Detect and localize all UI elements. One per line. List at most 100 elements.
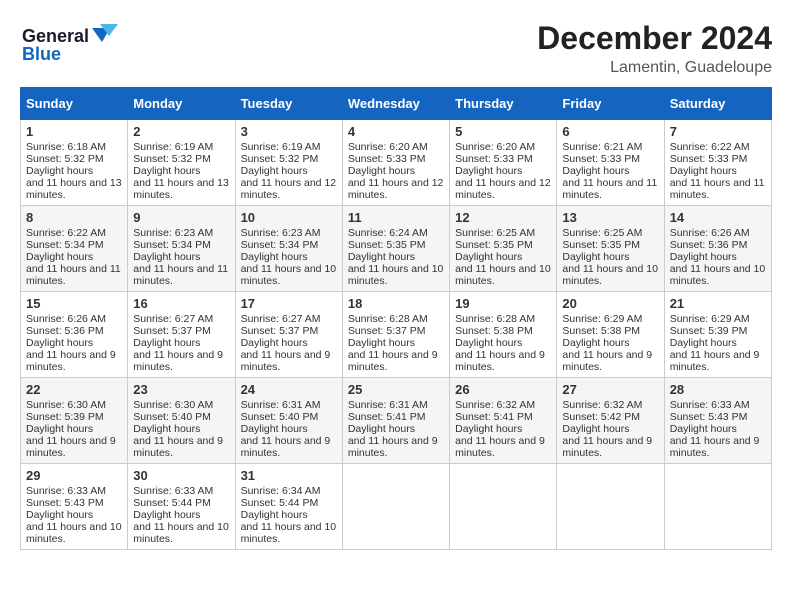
sunset-label: Sunset: 5:41 PM	[455, 411, 533, 423]
calendar-cell	[450, 464, 557, 550]
daylight-label: Daylight hours	[26, 423, 93, 435]
calendar-cell: 15 Sunrise: 6:26 AM Sunset: 5:36 PM Dayl…	[21, 292, 128, 378]
calendar-week-row: 29 Sunrise: 6:33 AM Sunset: 5:43 PM Dayl…	[21, 464, 772, 550]
sunset-label: Sunset: 5:39 PM	[26, 411, 104, 423]
calendar-cell: 13 Sunrise: 6:25 AM Sunset: 5:35 PM Dayl…	[557, 206, 664, 292]
daylight-value: and 11 hours and 9 minutes.	[562, 435, 652, 459]
daylight-value: and 11 hours and 12 minutes.	[348, 177, 444, 201]
daylight-value: and 11 hours and 11 minutes.	[562, 177, 657, 201]
calendar-cell: 24 Sunrise: 6:31 AM Sunset: 5:40 PM Dayl…	[235, 378, 342, 464]
sunrise-label: Sunrise: 6:32 AM	[455, 399, 535, 411]
calendar-cell: 19 Sunrise: 6:28 AM Sunset: 5:38 PM Dayl…	[450, 292, 557, 378]
daylight-value: and 11 hours and 9 minutes.	[133, 349, 223, 373]
daylight-label: Daylight hours	[455, 165, 522, 177]
sunrise-label: Sunrise: 6:28 AM	[455, 313, 535, 325]
sunrise-label: Sunrise: 6:20 AM	[455, 141, 535, 153]
calendar-cell: 11 Sunrise: 6:24 AM Sunset: 5:35 PM Dayl…	[342, 206, 449, 292]
calendar-cell: 4 Sunrise: 6:20 AM Sunset: 5:33 PM Dayli…	[342, 120, 449, 206]
daylight-label: Daylight hours	[670, 251, 737, 263]
daylight-label: Daylight hours	[348, 251, 415, 263]
sunrise-label: Sunrise: 6:28 AM	[348, 313, 428, 325]
day-number: 4	[348, 124, 444, 139]
col-friday: Friday	[557, 88, 664, 120]
sunset-label: Sunset: 5:40 PM	[133, 411, 211, 423]
sunrise-label: Sunrise: 6:23 AM	[133, 227, 213, 239]
daylight-value: and 11 hours and 10 minutes.	[562, 263, 658, 287]
page-header: General Blue December 2024 Lamentin, Gua…	[20, 20, 772, 77]
day-number: 13	[562, 210, 658, 225]
calendar-cell: 5 Sunrise: 6:20 AM Sunset: 5:33 PM Dayli…	[450, 120, 557, 206]
daylight-label: Daylight hours	[241, 251, 308, 263]
daylight-value: and 11 hours and 13 minutes.	[26, 177, 122, 201]
sunrise-label: Sunrise: 6:24 AM	[348, 227, 428, 239]
daylight-label: Daylight hours	[133, 509, 200, 521]
sunrise-label: Sunrise: 6:33 AM	[26, 485, 106, 497]
sunrise-label: Sunrise: 6:20 AM	[348, 141, 428, 153]
logo: General Blue	[20, 20, 130, 65]
sunset-label: Sunset: 5:43 PM	[670, 411, 748, 423]
calendar-cell: 17 Sunrise: 6:27 AM Sunset: 5:37 PM Dayl…	[235, 292, 342, 378]
daylight-label: Daylight hours	[241, 337, 308, 349]
sunrise-label: Sunrise: 6:31 AM	[348, 399, 428, 411]
sunrise-label: Sunrise: 6:21 AM	[562, 141, 642, 153]
day-number: 1	[26, 124, 122, 139]
calendar-cell: 12 Sunrise: 6:25 AM Sunset: 5:35 PM Dayl…	[450, 206, 557, 292]
sunset-label: Sunset: 5:39 PM	[670, 325, 748, 337]
calendar-cell: 1 Sunrise: 6:18 AM Sunset: 5:32 PM Dayli…	[21, 120, 128, 206]
day-number: 23	[133, 382, 229, 397]
daylight-value: and 11 hours and 10 minutes.	[26, 521, 122, 545]
svg-text:General: General	[22, 26, 89, 46]
daylight-label: Daylight hours	[26, 509, 93, 521]
calendar-cell: 25 Sunrise: 6:31 AM Sunset: 5:41 PM Dayl…	[342, 378, 449, 464]
daylight-value: and 11 hours and 9 minutes.	[26, 435, 116, 459]
sunset-label: Sunset: 5:37 PM	[348, 325, 426, 337]
sunset-label: Sunset: 5:33 PM	[455, 153, 533, 165]
day-number: 26	[455, 382, 551, 397]
sunset-label: Sunset: 5:35 PM	[455, 239, 533, 251]
calendar-cell: 7 Sunrise: 6:22 AM Sunset: 5:33 PM Dayli…	[664, 120, 771, 206]
daylight-label: Daylight hours	[455, 423, 522, 435]
sunset-label: Sunset: 5:36 PM	[26, 325, 104, 337]
calendar-cell: 9 Sunrise: 6:23 AM Sunset: 5:34 PM Dayli…	[128, 206, 235, 292]
calendar-week-row: 8 Sunrise: 6:22 AM Sunset: 5:34 PM Dayli…	[21, 206, 772, 292]
daylight-value: and 11 hours and 9 minutes.	[562, 349, 652, 373]
day-number: 11	[348, 210, 444, 225]
day-number: 21	[670, 296, 766, 311]
sunrise-label: Sunrise: 6:22 AM	[26, 227, 106, 239]
sunset-label: Sunset: 5:40 PM	[241, 411, 319, 423]
daylight-label: Daylight hours	[241, 165, 308, 177]
col-wednesday: Wednesday	[342, 88, 449, 120]
calendar-cell: 6 Sunrise: 6:21 AM Sunset: 5:33 PM Dayli…	[557, 120, 664, 206]
day-number: 18	[348, 296, 444, 311]
calendar-cell: 23 Sunrise: 6:30 AM Sunset: 5:40 PM Dayl…	[128, 378, 235, 464]
day-number: 31	[241, 468, 337, 483]
sunrise-label: Sunrise: 6:27 AM	[133, 313, 213, 325]
sunrise-label: Sunrise: 6:19 AM	[241, 141, 321, 153]
sunset-label: Sunset: 5:36 PM	[670, 239, 748, 251]
daylight-value: and 11 hours and 13 minutes.	[133, 177, 229, 201]
calendar-table: Sunday Monday Tuesday Wednesday Thursday…	[20, 87, 772, 550]
sunrise-label: Sunrise: 6:29 AM	[670, 313, 750, 325]
sunrise-label: Sunrise: 6:30 AM	[26, 399, 106, 411]
calendar-week-row: 22 Sunrise: 6:30 AM Sunset: 5:39 PM Dayl…	[21, 378, 772, 464]
sunrise-label: Sunrise: 6:34 AM	[241, 485, 321, 497]
calendar-cell: 27 Sunrise: 6:32 AM Sunset: 5:42 PM Dayl…	[557, 378, 664, 464]
daylight-label: Daylight hours	[26, 337, 93, 349]
daylight-label: Daylight hours	[26, 165, 93, 177]
day-number: 6	[562, 124, 658, 139]
day-number: 24	[241, 382, 337, 397]
sunrise-label: Sunrise: 6:31 AM	[241, 399, 321, 411]
col-tuesday: Tuesday	[235, 88, 342, 120]
sunrise-label: Sunrise: 6:30 AM	[133, 399, 213, 411]
day-number: 7	[670, 124, 766, 139]
sunset-label: Sunset: 5:34 PM	[26, 239, 104, 251]
calendar-week-row: 1 Sunrise: 6:18 AM Sunset: 5:32 PM Dayli…	[21, 120, 772, 206]
daylight-value: and 11 hours and 10 minutes.	[241, 521, 337, 545]
day-number: 25	[348, 382, 444, 397]
calendar-cell: 26 Sunrise: 6:32 AM Sunset: 5:41 PM Dayl…	[450, 378, 557, 464]
daylight-value: and 11 hours and 10 minutes.	[241, 263, 337, 287]
day-number: 8	[26, 210, 122, 225]
calendar-cell: 14 Sunrise: 6:26 AM Sunset: 5:36 PM Dayl…	[664, 206, 771, 292]
day-number: 19	[455, 296, 551, 311]
daylight-value: and 11 hours and 11 minutes.	[670, 177, 765, 201]
